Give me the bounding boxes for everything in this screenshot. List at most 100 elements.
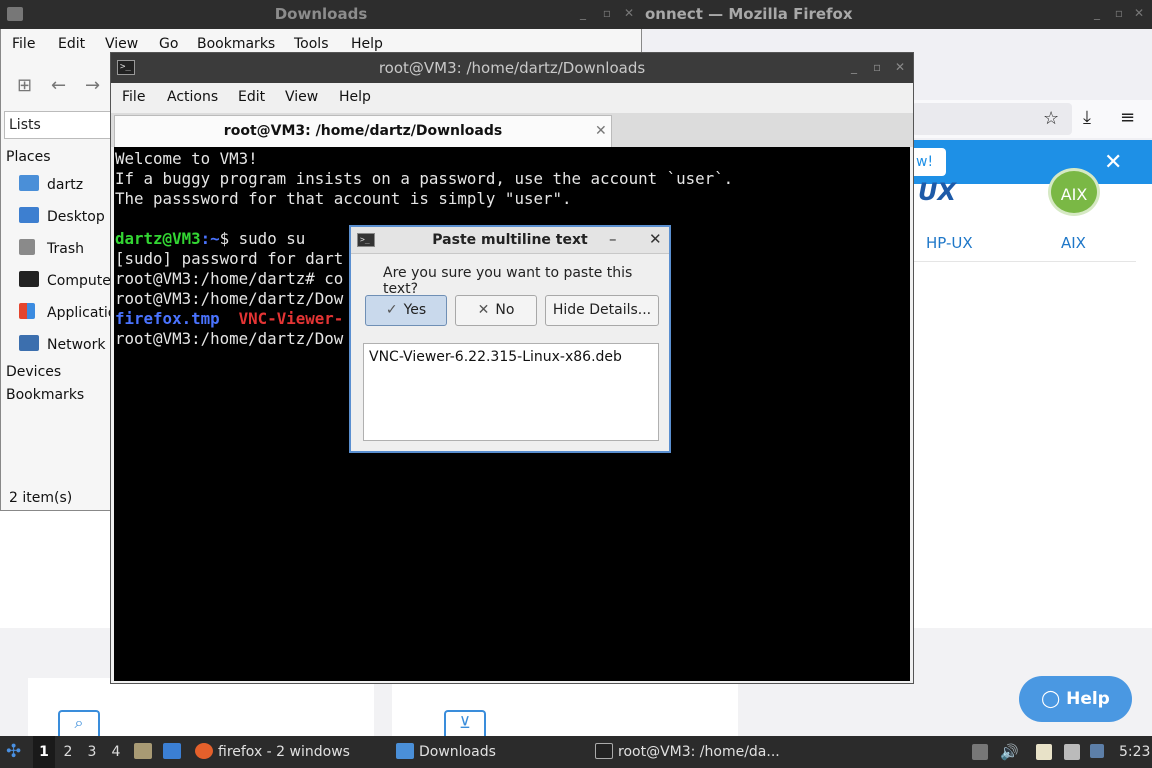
term-maximize-icon[interactable]: ▫ [873, 60, 881, 74]
help-button-label: Help [1066, 689, 1110, 709]
dialog-minimize-icon[interactable]: – [609, 230, 617, 248]
clipboard-icon[interactable] [972, 744, 988, 760]
clock[interactable]: 5:23 [1119, 736, 1150, 768]
workspace-3[interactable]: 3 [81, 736, 103, 768]
terminal-menubar [111, 83, 913, 113]
card[interactable]: ⌕ [28, 678, 374, 740]
os-label-hpux[interactable]: HP-UX [926, 234, 973, 252]
paste-dialog: >_ Paste multiline text – ✕ Are you sure… [349, 225, 671, 453]
place-desktop[interactable]: Desktop [19, 206, 105, 228]
close-icon[interactable]: ✕ [622, 6, 636, 20]
place-computer[interactable]: Computer [19, 270, 117, 292]
home-folder-icon [19, 175, 39, 191]
place-trash[interactable]: Trash [19, 238, 84, 260]
terminal-line: root@VM3:/home/dartz# co [115, 269, 344, 288]
minimize-icon[interactable]: _ [576, 6, 590, 20]
fm-menu-file[interactable]: File [12, 36, 35, 52]
file-manager-launcher[interactable] [134, 736, 157, 768]
yes-button-label: Yes [403, 302, 427, 318]
place-label: Computer [47, 273, 117, 289]
devices-heading[interactable]: Devices [6, 364, 61, 380]
fm-menu-tools[interactable]: Tools [294, 36, 329, 52]
menu-icon[interactable]: ≡ [1120, 107, 1135, 128]
banner-button[interactable]: w! [912, 148, 946, 176]
window-title-strip: Downloads _ ▫ ✕ onnect — Mozilla Firefox… [0, 0, 1152, 29]
chat-icon: ◯ [1041, 689, 1067, 709]
fm-menu-go[interactable]: Go [159, 36, 178, 52]
banner-close-icon[interactable]: ✕ [1104, 152, 1122, 174]
term-menu-view[interactable]: View [285, 89, 318, 105]
task-downloads-label: Downloads [419, 744, 496, 760]
yes-button[interactable]: ✓ Yes [365, 295, 447, 326]
forward-icon[interactable]: → [85, 75, 100, 96]
term-menu-actions[interactable]: Actions [167, 89, 218, 105]
os-label-aix[interactable]: AIX [1061, 234, 1086, 252]
terminal-icon [595, 743, 613, 759]
start-menu-icon[interactable]: ✣ [6, 736, 21, 768]
no-button-label: No [495, 302, 515, 318]
place-label: Network [47, 337, 106, 353]
ff-minimize-icon[interactable]: _ [1090, 6, 1104, 20]
prompt-user: dartz@VM3 [115, 229, 201, 248]
terminal-title: root@VM3: /home/dartz/Downloads [378, 59, 646, 77]
task-firefox[interactable]: firefox - 2 windows [195, 736, 350, 768]
workspace-1[interactable]: 1 [33, 736, 55, 768]
bookmarks-heading[interactable]: Bookmarks [6, 387, 84, 403]
hpux-logo: UX [918, 178, 956, 206]
volume-icon[interactable]: 🔊 [1000, 744, 1019, 760]
dialog-titlebar[interactable]: >_ Paste multiline text – ✕ [351, 227, 669, 254]
side-pane-selector[interactable]: Lists [4, 111, 111, 139]
dialog-title: Paste multiline text [432, 232, 588, 248]
terminal-line: [sudo] password for dart [115, 249, 344, 268]
bookmark-star-icon[interactable]: ☆ [1043, 108, 1059, 129]
term-menu-file[interactable]: File [122, 89, 145, 105]
show-desktop-launcher[interactable] [163, 736, 186, 768]
download-icon[interactable]: ⤓ [1083, 107, 1091, 128]
workspace-4[interactable]: 4 [105, 736, 127, 768]
places-heading: Places [6, 149, 51, 165]
computer-icon [19, 271, 39, 287]
card[interactable]: ⊻ [392, 678, 738, 740]
terminal-line: dartz@VM3:~$ sudo su [115, 229, 305, 249]
trash-icon [19, 239, 35, 255]
no-button[interactable]: ✕ No [455, 295, 537, 326]
ff-maximize-icon[interactable]: ▫ [1112, 6, 1126, 20]
back-icon[interactable]: ← [51, 75, 66, 96]
terminal-titlebar[interactable]: >_ root@VM3: /home/dartz/Downloads _ ▫ ✕ [111, 53, 913, 83]
fm-menu-help[interactable]: Help [351, 36, 383, 52]
paste-text-area[interactable]: VNC-Viewer-6.22.315-Linux-x86.deb [363, 343, 659, 441]
network-icon [19, 335, 39, 351]
update-icon[interactable] [1090, 744, 1104, 758]
maximize-icon[interactable]: ▫ [600, 6, 614, 20]
place-label: Trash [47, 241, 84, 257]
place-network[interactable]: Network [19, 334, 105, 356]
help-button[interactable]: ◯ Help [1019, 676, 1132, 722]
fm-menu-edit[interactable]: Edit [58, 36, 85, 52]
ff-close-icon[interactable]: ✕ [1132, 6, 1146, 20]
fm-menu-view[interactable]: View [105, 36, 138, 52]
term-close-icon[interactable]: ✕ [895, 60, 905, 74]
task-downloads[interactable]: Downloads [396, 736, 496, 768]
x-icon: ✕ [477, 302, 490, 318]
dialog-close-icon[interactable]: ✕ [649, 230, 662, 248]
terminal-tab[interactable]: root@VM3: /home/dartz/Downloads ✕ [114, 115, 612, 147]
task-terminal-label: root@VM3: /home/da... [618, 744, 780, 760]
network-icon[interactable] [1064, 744, 1080, 760]
task-terminal[interactable]: root@VM3: /home/da... [595, 736, 780, 768]
place-home[interactable]: dartz [19, 174, 83, 196]
term-minimize-icon[interactable]: _ [851, 60, 857, 74]
term-menu-help[interactable]: Help [339, 89, 371, 105]
folder-icon [396, 743, 414, 759]
place-label: Desktop [47, 209, 105, 225]
terminal-line: firefox.tmp VNC-Viewer- [115, 309, 343, 329]
term-menu-edit[interactable]: Edit [238, 89, 265, 105]
notes-icon[interactable] [1036, 744, 1052, 760]
new-tab-icon[interactable]: ⊞ [17, 75, 32, 96]
file-entry: firefox.tmp [115, 309, 220, 328]
firefox-icon [195, 743, 213, 759]
file-manager-icon [134, 743, 152, 759]
fm-menu-bookmarks[interactable]: Bookmarks [197, 36, 275, 52]
tab-close-icon[interactable]: ✕ [595, 116, 607, 146]
workspace-2[interactable]: 2 [57, 736, 79, 768]
hide-details-button[interactable]: Hide Details... [545, 295, 659, 326]
